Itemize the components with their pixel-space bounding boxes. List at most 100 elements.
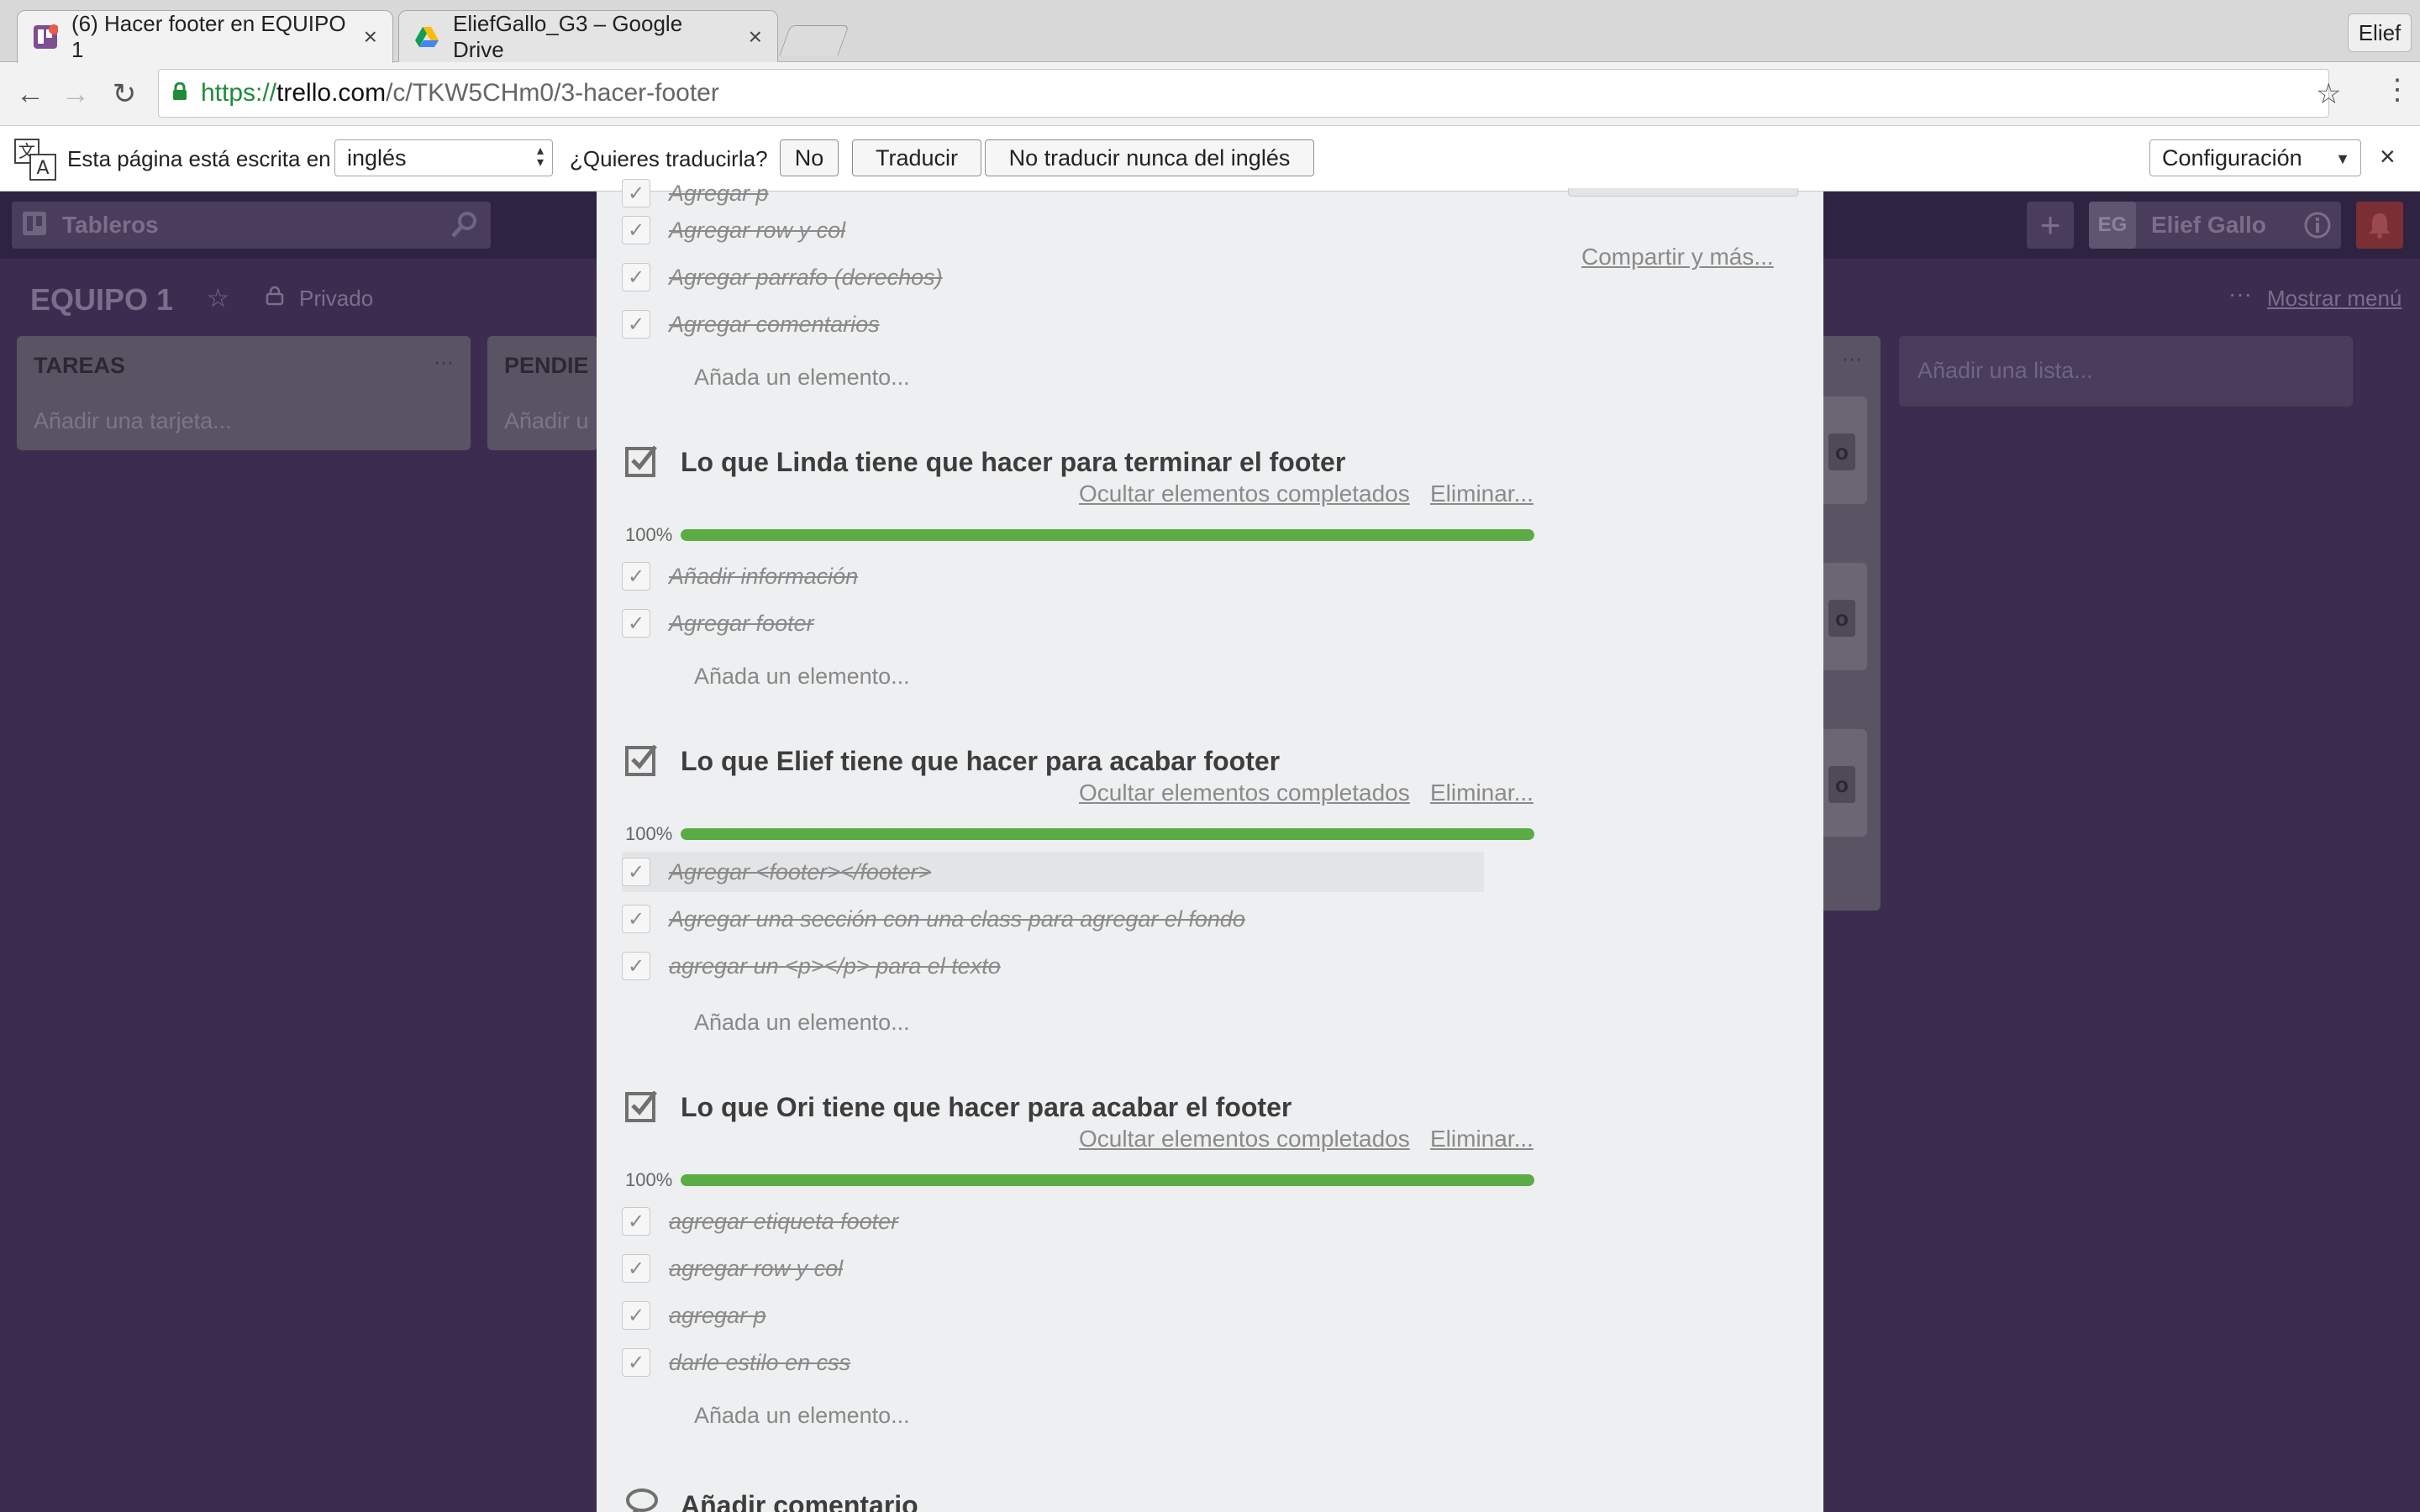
browser-tab-strip: (6) Hacer footer en EQUIPO 1 × EliefGall… bbox=[0, 0, 2420, 63]
card[interactable]: o bbox=[1823, 563, 1867, 670]
forward-arrow-icon[interactable]: → bbox=[59, 77, 92, 111]
browser-tab-trello[interactable]: (6) Hacer footer en EQUIPO 1 × bbox=[17, 10, 393, 63]
profile-button[interactable]: Elief bbox=[2348, 13, 2412, 52]
notifications-bell-icon[interactable] bbox=[2356, 202, 2403, 249]
checkbox-checked-icon[interactable]: ✓ bbox=[622, 310, 650, 339]
checkbox-checked-icon[interactable]: ✓ bbox=[622, 1207, 650, 1236]
browser-toolbar: ← → ↻ https://trello.com/c/TKW5CHm0/3-ha… bbox=[0, 62, 2420, 126]
sidebar-button[interactable] bbox=[1568, 188, 1798, 197]
hide-completed-link[interactable]: Ocultar elementos completados bbox=[1079, 1126, 1410, 1152]
board-visibility[interactable]: Privado bbox=[299, 286, 373, 312]
new-tab-button[interactable] bbox=[779, 25, 850, 55]
boards-label: Tableros bbox=[62, 212, 159, 238]
star-board-icon[interactable]: ☆ bbox=[207, 284, 229, 313]
show-menu-link[interactable]: Mostrar menú bbox=[2267, 286, 2402, 312]
lock-icon bbox=[172, 79, 187, 108]
search-input[interactable] bbox=[188, 202, 491, 249]
list-title[interactable]: TAREAS bbox=[34, 353, 125, 379]
url-path: /c/TKW5CHm0/3-hacer-footer bbox=[386, 79, 719, 107]
url-scheme: https:// bbox=[201, 79, 277, 107]
member-menu[interactable]: EG Elief Gallo bbox=[2089, 202, 2326, 249]
no-button[interactable]: No bbox=[780, 139, 839, 176]
browser-tab-title: EliefGallo_G3 – Google Drive bbox=[453, 11, 683, 62]
add-item-link[interactable]: Añada un elemento... bbox=[694, 1403, 910, 1429]
checklist-item[interactable]: ✓ Agregar una sección con una class para… bbox=[622, 899, 1484, 939]
add-icon[interactable]: + bbox=[2027, 202, 2074, 249]
close-tab-icon[interactable]: × bbox=[749, 24, 762, 50]
add-list-button[interactable]: Añadir una lista... bbox=[1899, 336, 2353, 407]
select-arrows-icon: ▴ ▾ bbox=[536, 144, 544, 170]
close-tab-icon[interactable]: × bbox=[364, 24, 377, 50]
settings-label: Configuración bbox=[2162, 144, 2302, 171]
address-bar[interactable]: https://trello.com/c/TKW5CHm0/3-hacer-fo… bbox=[158, 69, 2329, 118]
back-arrow-icon[interactable]: ← bbox=[13, 77, 47, 111]
checklist-item-text: Agregar comentarios bbox=[669, 311, 880, 337]
search-icon bbox=[450, 210, 479, 243]
add-item-link[interactable]: Añada un elemento... bbox=[694, 664, 910, 690]
checklist-item-text: Agregar p bbox=[669, 180, 769, 206]
checkbox-checked-icon[interactable]: ✓ bbox=[622, 1254, 650, 1283]
reload-icon[interactable]: ↻ bbox=[108, 77, 141, 111]
hide-completed-link[interactable]: Ocultar elementos completados bbox=[1079, 480, 1410, 507]
delete-checklist-link[interactable]: Eliminar... bbox=[1430, 1126, 1534, 1152]
checklist-item[interactable]: ✓ Agregar <footer></footer> bbox=[622, 852, 1484, 892]
checklist-item[interactable]: ✓ agregar etiqueta footer bbox=[622, 1201, 1484, 1242]
checkbox-checked-icon[interactable]: ✓ bbox=[622, 905, 650, 933]
checklist-item[interactable]: ✓ agregar row y col bbox=[622, 1248, 1484, 1289]
checklist-item[interactable]: ✓ agregar un <p></p> para el texto bbox=[622, 946, 1484, 986]
checkbox-checked-icon[interactable]: ✓ bbox=[622, 952, 650, 980]
checklist-item[interactable]: ✓ Agregar p bbox=[622, 173, 1484, 213]
checklist-item-text: agregar row y col bbox=[669, 1255, 844, 1281]
checkbox-checked-icon[interactable]: ✓ bbox=[622, 562, 650, 591]
card-badge: o bbox=[1828, 766, 1855, 803]
info-icon[interactable] bbox=[2294, 202, 2341, 249]
checklist-item-text: Agregar una sección con una class para a… bbox=[669, 906, 1245, 932]
more-dots-icon[interactable]: ··· bbox=[2228, 281, 2252, 307]
browser-menu-icon[interactable]: ⋮ bbox=[2383, 76, 2412, 104]
boards-icon bbox=[22, 211, 47, 240]
checklist-title[interactable]: Lo que Ori tiene que hacer para acabar e… bbox=[681, 1092, 1292, 1123]
bookmark-star-icon[interactable]: ☆ bbox=[2316, 77, 2341, 111]
checklist-title[interactable]: Lo que Elief tiene que hacer para acabar… bbox=[681, 746, 1280, 777]
close-translate-bar-icon[interactable]: × bbox=[2380, 141, 2396, 172]
checklist-item[interactable]: ✓ Agregar footer bbox=[622, 603, 1484, 643]
translate-button[interactable]: Traducir bbox=[852, 139, 981, 176]
add-item-link[interactable]: Añada un elemento... bbox=[694, 365, 910, 391]
lock-icon bbox=[266, 286, 284, 310]
hide-completed-link[interactable]: Ocultar elementos completados bbox=[1079, 780, 1410, 806]
checkbox-checked-icon[interactable]: ✓ bbox=[622, 609, 650, 638]
checkbox-checked-icon[interactable]: ✓ bbox=[622, 858, 650, 886]
delete-checklist-link[interactable]: Eliminar... bbox=[1430, 780, 1534, 806]
delete-checklist-link[interactable]: Eliminar... bbox=[1430, 480, 1534, 507]
checkbox-checked-icon[interactable]: ✓ bbox=[622, 179, 650, 207]
checklist-item[interactable]: ✓ Agregar parrafo (derechos) bbox=[622, 257, 1484, 297]
checklist-item[interactable]: ✓ darle estilo en css bbox=[622, 1342, 1484, 1383]
checkbox-checked-icon[interactable]: ✓ bbox=[622, 1348, 650, 1377]
never-translate-button[interactable]: No traducir nunca del inglés bbox=[985, 139, 1314, 176]
add-card-link[interactable]: Añadir una tarjeta... bbox=[34, 408, 232, 434]
list-menu-icon[interactable]: ··· bbox=[434, 351, 454, 375]
list-menu-icon[interactable]: ··· bbox=[1842, 348, 1862, 371]
add-item-link[interactable]: Añada un elemento... bbox=[694, 1010, 910, 1036]
checkbox-checked-icon[interactable]: ✓ bbox=[622, 263, 650, 291]
progress-fill bbox=[681, 529, 1534, 541]
checklist-item[interactable]: ✓ Añadir información bbox=[622, 556, 1484, 596]
translate-icon: 文A bbox=[13, 138, 57, 181]
card[interactable]: o bbox=[1823, 396, 1867, 504]
browser-tab-drive[interactable]: EliefGallo_G3 – Google Drive × bbox=[398, 10, 778, 63]
checklist-item[interactable]: ✓ agregar p bbox=[622, 1295, 1484, 1336]
share-link[interactable]: Compartir y más... bbox=[1581, 244, 1774, 270]
list-title[interactable]: PENDIE bbox=[504, 353, 589, 379]
checklist-item[interactable]: ✓ Agregar row y col bbox=[622, 210, 1484, 250]
checklist-title[interactable]: Lo que Linda tiene que hacer para termin… bbox=[681, 447, 1345, 478]
checkbox-checked-icon[interactable]: ✓ bbox=[622, 216, 650, 244]
checklist-item[interactable]: ✓ Agregar comentarios bbox=[622, 304, 1484, 344]
svg-text:A: A bbox=[36, 158, 49, 179]
translate-settings-select[interactable]: Configuración ▼ bbox=[2149, 139, 2361, 176]
language-select[interactable]: inglés ▴ ▾ bbox=[334, 139, 553, 176]
card[interactable]: o bbox=[1823, 729, 1867, 837]
add-card-link[interactable]: Añadir u bbox=[504, 408, 589, 434]
board-title[interactable]: EQUIPO 1 bbox=[30, 282, 173, 318]
checkbox-checked-icon[interactable]: ✓ bbox=[622, 1301, 650, 1330]
translate-prefix: Esta página está escrita en bbox=[67, 146, 331, 171]
